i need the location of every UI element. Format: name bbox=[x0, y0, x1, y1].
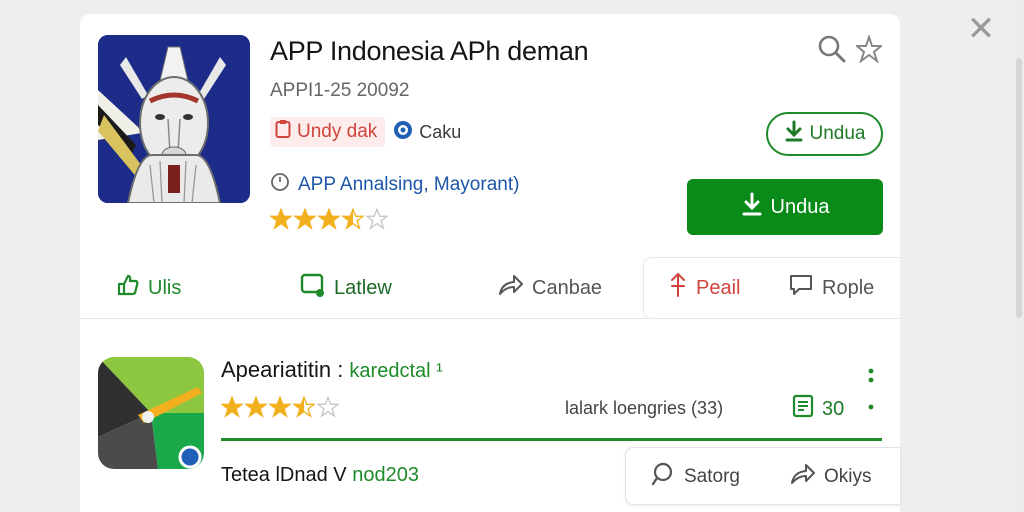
second-app-rating bbox=[221, 396, 339, 418]
star-icon bbox=[269, 396, 291, 418]
star-icon bbox=[342, 208, 364, 230]
bottom-action-search-button[interactable]: Satorg bbox=[650, 448, 740, 506]
star-icon bbox=[293, 396, 315, 418]
star-icon bbox=[245, 396, 267, 418]
download-icon bbox=[741, 192, 763, 222]
action-like-label: Ulis bbox=[148, 276, 182, 299]
clock-icon bbox=[270, 172, 290, 198]
warning-badge: Undy dak bbox=[270, 117, 386, 147]
second-app-name: Apeariatitin bbox=[221, 357, 332, 382]
favorite-star-icon[interactable] bbox=[854, 33, 884, 64]
bottom-action-search-label: Satorg bbox=[684, 466, 740, 487]
app-card: APP Indonesia APh deman APPI1-25 20092 U… bbox=[80, 14, 900, 512]
app-id: APPI1-25 20092 bbox=[270, 80, 410, 101]
app-rating bbox=[270, 208, 388, 230]
install-outline-button[interactable]: Undua bbox=[766, 112, 883, 156]
bottom-action-share-label: Okiys bbox=[824, 466, 872, 487]
app-icon bbox=[98, 35, 250, 203]
lightbulb-icon bbox=[668, 272, 688, 304]
star-icon bbox=[317, 396, 339, 418]
bottom-action-group: Satorg Okiys bbox=[625, 447, 900, 505]
action-reply-button[interactable]: Rople bbox=[788, 257, 874, 319]
second-app-title: Apeariatitin : karedctal ¹ bbox=[221, 357, 443, 383]
second-app-icon[interactable] bbox=[98, 357, 204, 469]
developer-row[interactable]: APP Annalsing, Mayorant) bbox=[270, 172, 519, 198]
second-app-count-value: 30 bbox=[822, 397, 845, 420]
second-app-footer-code: nod203 bbox=[352, 464, 419, 486]
action-share-button[interactable]: Canbae bbox=[498, 257, 602, 319]
share-arrow-icon bbox=[498, 273, 524, 303]
more-options-icon[interactable] bbox=[867, 365, 875, 417]
action-report-button[interactable]: Peail bbox=[668, 257, 740, 319]
star-icon bbox=[221, 396, 243, 418]
install-outline-label: Undua bbox=[809, 123, 866, 144]
scrollbar-thumb[interactable] bbox=[1016, 58, 1022, 318]
category-badge: Caku bbox=[393, 120, 461, 145]
badge-row: Undy dak Caku bbox=[270, 117, 461, 147]
app-title: APP Indonesia APh deman bbox=[270, 36, 589, 66]
second-app-footer: Tetea lDnad V nod203 bbox=[221, 464, 419, 487]
chat-bubble-icon bbox=[300, 272, 326, 304]
install-button[interactable]: Undua bbox=[687, 179, 883, 235]
action-share-label: Canbae bbox=[532, 276, 603, 299]
close-icon[interactable]: ✕ bbox=[966, 12, 996, 46]
thumbs-up-icon bbox=[116, 273, 140, 303]
second-app-footer-text: Tetea lDnad V bbox=[221, 464, 353, 486]
bottom-action-share-button[interactable]: Okiys bbox=[790, 448, 872, 506]
action-like-button[interactable]: Ulis bbox=[116, 257, 181, 319]
action-review-button[interactable]: Latlew bbox=[300, 257, 392, 319]
document-icon bbox=[792, 394, 814, 424]
second-app-count: 30 bbox=[792, 394, 844, 424]
action-report-label: Peail bbox=[696, 276, 741, 299]
search-bubble-icon bbox=[650, 461, 676, 493]
star-icon bbox=[366, 208, 388, 230]
star-icon bbox=[270, 208, 292, 230]
share-arrow-icon bbox=[790, 462, 816, 492]
comment-icon bbox=[788, 273, 814, 303]
category-badge-label: Caku bbox=[419, 121, 462, 142]
clipboard-icon bbox=[275, 119, 291, 145]
star-icon bbox=[294, 208, 316, 230]
action-reply-label: Rople bbox=[822, 276, 875, 299]
warning-badge-label: Undy dak bbox=[297, 121, 378, 142]
action-review-label: Latlew bbox=[334, 276, 392, 299]
star-icon bbox=[318, 208, 340, 230]
shield-icon bbox=[393, 120, 413, 145]
search-icon[interactable] bbox=[817, 34, 847, 64]
second-app-title-separator: : bbox=[331, 357, 350, 382]
scrollbar[interactable] bbox=[1014, 0, 1024, 512]
install-label: Undua bbox=[770, 195, 830, 218]
second-app-meta: lalark loengries (33) bbox=[565, 398, 724, 418]
download-icon bbox=[784, 120, 804, 148]
developer-name[interactable]: APP Annalsing, Mayorant) bbox=[298, 174, 519, 196]
divider-line bbox=[221, 438, 882, 441]
action-bar: Ulis Latlew Canbae Peail Rople bbox=[80, 257, 900, 319]
second-app-subtitle: karedctal ¹ bbox=[349, 360, 443, 382]
